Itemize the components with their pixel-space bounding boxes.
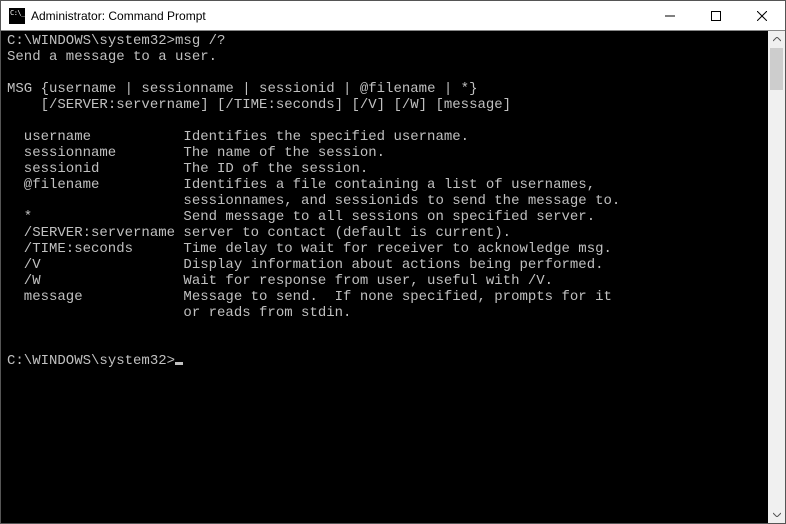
help-option-key: sessionname — [7, 145, 183, 161]
help-option-row: /TIME:secondsTime delay to wait for rece… — [7, 241, 768, 257]
terminal-output[interactable]: C:\WINDOWS\system32>msg /? Send a messag… — [1, 31, 768, 523]
help-option-row: sessionidThe ID of the session. — [7, 161, 768, 177]
help-option-key: /W — [7, 273, 183, 289]
close-button[interactable] — [739, 1, 785, 31]
help-option-desc: Display information about actions being … — [183, 257, 603, 273]
help-option-row: messageMessage to send. If none specifie… — [7, 289, 768, 305]
window-title: Administrator: Command Prompt — [31, 9, 206, 23]
help-option-desc: Message to send. If none specified, prom… — [183, 289, 611, 305]
help-option-desc: server to contact (default is current). — [183, 225, 511, 241]
scroll-down-button[interactable] — [768, 506, 785, 523]
help-option-desc: or reads from stdin. — [183, 305, 351, 321]
help-option-desc: sessionnames, and sessionids to send the… — [183, 193, 620, 209]
help-option-desc: The name of the session. — [183, 145, 385, 161]
help-option-key: sessionid — [7, 161, 183, 177]
help-option-row: /VDisplay information about actions bein… — [7, 257, 768, 273]
maximize-icon — [711, 11, 721, 21]
help-option-desc: Time delay to wait for receiver to ackno… — [183, 241, 611, 257]
scroll-up-button[interactable] — [768, 31, 785, 48]
titlebar[interactable]: Administrator: Command Prompt — [1, 1, 785, 31]
help-option-row: sessionnames, and sessionids to send the… — [7, 193, 768, 209]
help-option-row: or reads from stdin. — [7, 305, 768, 321]
help-option-key: * — [7, 209, 183, 225]
help-option-desc: Identifies the specified username. — [183, 129, 469, 145]
help-option-key: message — [7, 289, 183, 305]
entered-command: msg /? — [175, 33, 225, 49]
help-option-row: sessionnameThe name of the session. — [7, 145, 768, 161]
help-options-block: usernameIdentifies the specified usernam… — [7, 129, 768, 321]
help-option-key: /V — [7, 257, 183, 273]
help-summary: Send a message to a user. — [7, 49, 217, 65]
help-option-key: username — [7, 129, 183, 145]
command-prompt-window: Administrator: Command Prompt C:\WINDOWS… — [0, 0, 786, 524]
help-option-row: @filenameIdentifies a file containing a … — [7, 177, 768, 193]
vertical-scrollbar[interactable] — [768, 31, 785, 523]
help-option-row: *Send message to all sessions on specifi… — [7, 209, 768, 225]
minimize-icon — [665, 11, 675, 21]
help-option-desc: Send message to all sessions on specifie… — [183, 209, 595, 225]
prompt-path-2: C:\WINDOWS\system32> — [7, 353, 175, 369]
help-option-desc: The ID of the session. — [183, 161, 368, 177]
scrollbar-thumb[interactable] — [770, 48, 783, 90]
maximize-button[interactable] — [693, 1, 739, 31]
help-usage-line-2: [/SERVER:servername] [/TIME:seconds] [/V… — [7, 97, 511, 113]
prompt-path: C:\WINDOWS\system32> — [7, 33, 175, 49]
chevron-up-icon — [773, 37, 781, 42]
help-option-key: /TIME:seconds — [7, 241, 183, 257]
close-icon — [757, 11, 767, 21]
help-option-row: /WWait for response from user, useful wi… — [7, 273, 768, 289]
help-option-row: /SERVER:servernameserver to contact (def… — [7, 225, 768, 241]
help-usage-line-1: MSG {username | sessionname | sessionid … — [7, 81, 477, 97]
client-area: C:\WINDOWS\system32>msg /? Send a messag… — [1, 31, 785, 523]
help-option-key: @filename — [7, 177, 183, 193]
help-option-row: usernameIdentifies the specified usernam… — [7, 129, 768, 145]
help-option-key: /SERVER:servername — [7, 225, 183, 241]
cmd-icon — [9, 8, 25, 24]
help-option-desc: Identifies a file containing a list of u… — [183, 177, 595, 193]
chevron-down-icon — [773, 512, 781, 517]
minimize-button[interactable] — [647, 1, 693, 31]
help-option-desc: Wait for response from user, useful with… — [183, 273, 553, 289]
cursor — [175, 362, 183, 365]
scrollbar-track[interactable] — [768, 48, 785, 506]
